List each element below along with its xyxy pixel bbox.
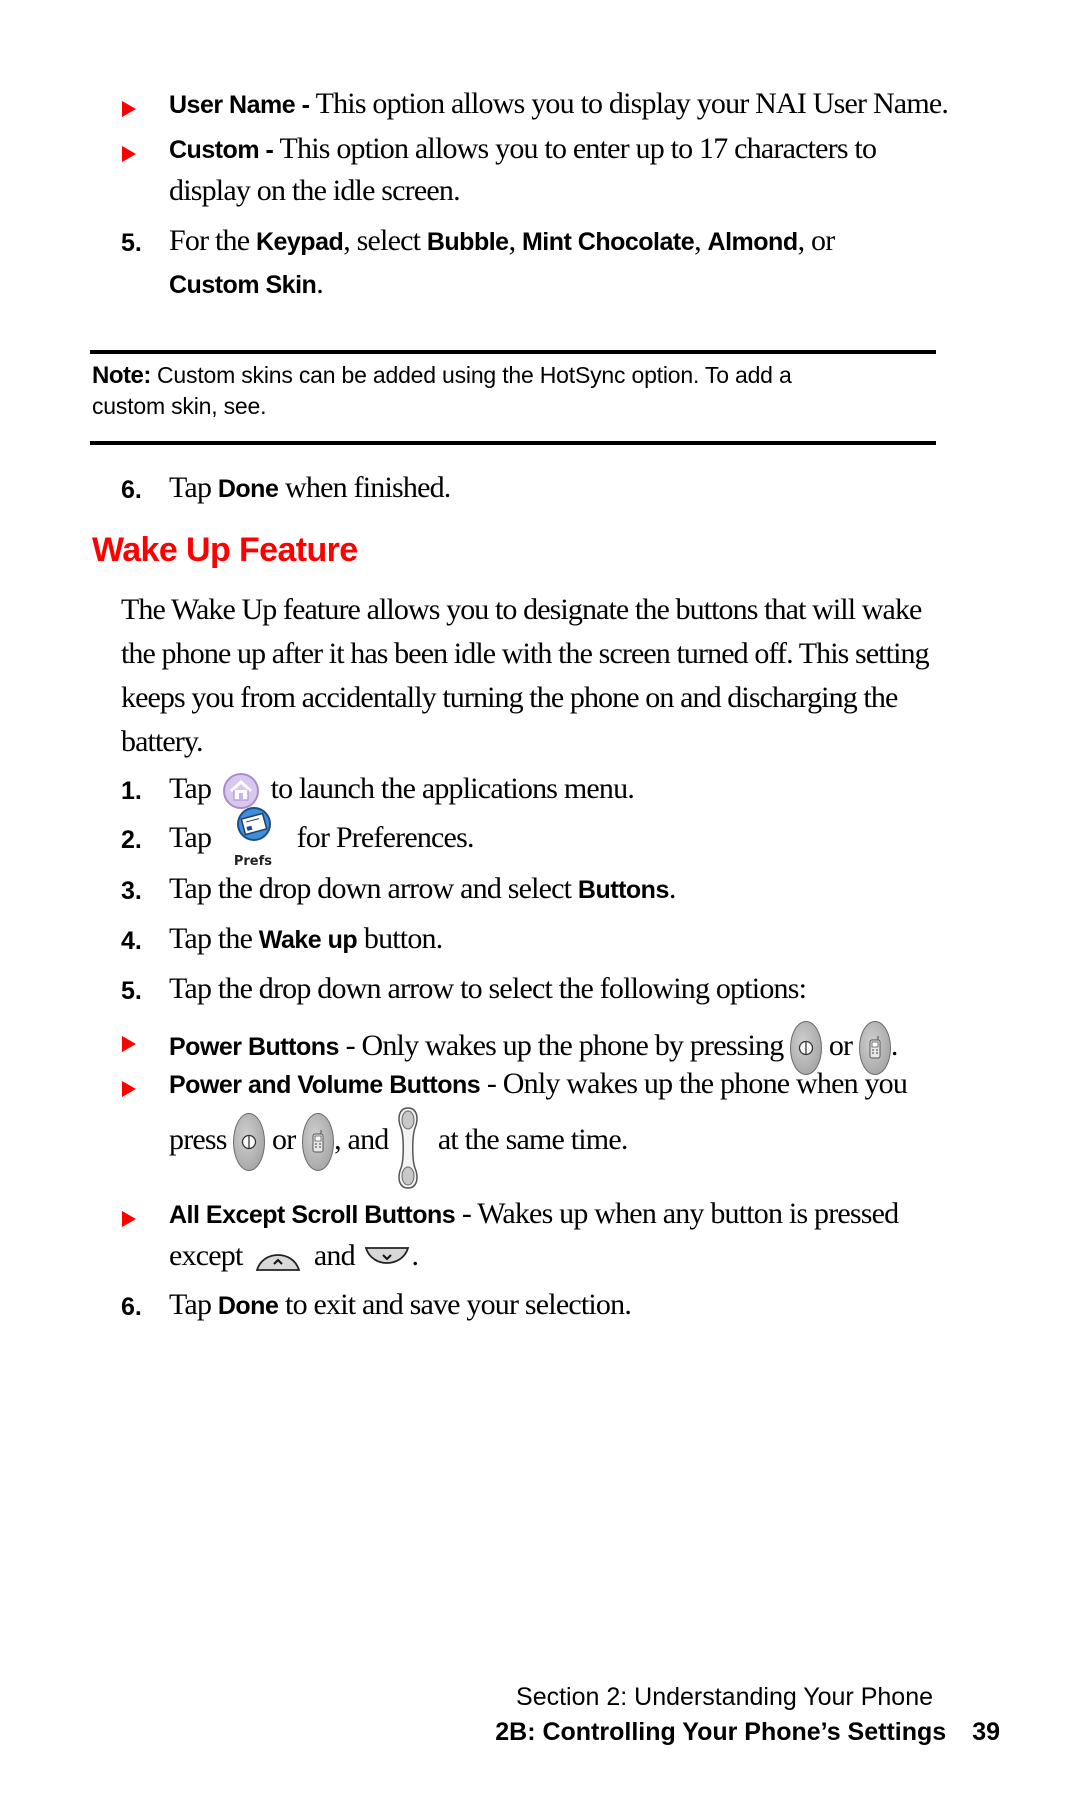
step-number: 6.: [121, 476, 142, 504]
bullet-label: User Name -: [169, 91, 310, 119]
page-number: 39: [972, 1718, 1000, 1746]
step-preferences: Tap Prefs for Preferences.: [169, 807, 474, 869]
step-select-buttons: Tap the drop down arrow and select Butto…: [169, 872, 676, 905]
scroll-up-button-icon: [255, 1245, 301, 1272]
option-label: Power Buttons: [169, 1032, 339, 1061]
footer-section: Section 2: Understanding Your Phone: [516, 1683, 933, 1711]
home-icon: [222, 772, 260, 810]
bullet-user-name: User Name - This option allows you to di…: [169, 87, 949, 120]
bullet-marker: [122, 1211, 136, 1227]
prefs-icon: Prefs: [234, 807, 278, 869]
bullet-marker: [122, 1081, 136, 1097]
step-keypad: For the Keypad, select Bubble, Mint Choc…: [169, 224, 835, 257]
bullet-marker: [122, 1036, 136, 1052]
footer-chapter-title: 2B: Controlling Your Phone’s Settings: [495, 1718, 947, 1746]
step-select-options: Tap the drop down arrow to select the fo…: [169, 972, 807, 1005]
step-keypad-cont: Custom Skin.: [169, 267, 324, 300]
step-done: Tap Done when finished.: [169, 471, 451, 504]
power-button-icon: [233, 1113, 266, 1171]
section-intro: The Wake Up feature allows you to design…: [121, 593, 930, 758]
step-launch-apps: Tap to launch the applications menu.: [169, 771, 635, 810]
step-done-save: Tap Done to exit and save your selection…: [169, 1288, 632, 1321]
phone-button-icon: [302, 1113, 335, 1171]
option-all-except-scroll: All Except Scroll Buttons - Wakes up whe…: [169, 1197, 899, 1230]
step-number: 5.: [121, 229, 142, 257]
bullet-marker: [122, 146, 136, 162]
step-number: 3.: [121, 877, 142, 905]
option-all-except-scroll-cont: except and .: [169, 1239, 419, 1272]
scroll-down-button-icon: [364, 1245, 410, 1271]
step-wake-up-button: Tap the Wake up button.: [169, 922, 443, 955]
note-text: Note: Custom skins can be added using th…: [92, 362, 792, 389]
option-label: Power and Volume Buttons: [169, 1071, 481, 1099]
note-rule-bottom: [90, 441, 936, 445]
step-number: 6.: [121, 1293, 142, 1321]
bullet-label: Custom -: [169, 136, 274, 164]
note-label: Note:: [92, 362, 151, 389]
step-number: 1.: [121, 777, 142, 805]
section-heading: Wake Up Feature: [92, 531, 358, 569]
bullet-custom: Custom - This option allows you to enter…: [169, 132, 877, 165]
step-number: 5.: [121, 977, 142, 1005]
bullet-custom-cont: display on the idle screen.: [169, 174, 461, 207]
note-text-cont: custom skin, see.: [92, 393, 267, 419]
option-power-volume-cont: press or , and at the same time.: [169, 1107, 628, 1189]
option-power-volume-buttons: Power and Volume Buttons - Only wakes up…: [169, 1067, 908, 1100]
note-rule-top: [90, 350, 936, 354]
bullet-marker: [122, 101, 136, 117]
option-label: All Except Scroll Buttons: [169, 1201, 456, 1229]
footer-chapter: 2B: Controlling Your Phone’s Settings 39: [495, 1718, 1000, 1747]
step-number: 4.: [121, 927, 142, 955]
step-number: 2.: [121, 826, 142, 854]
volume-button-icon: [395, 1107, 421, 1189]
